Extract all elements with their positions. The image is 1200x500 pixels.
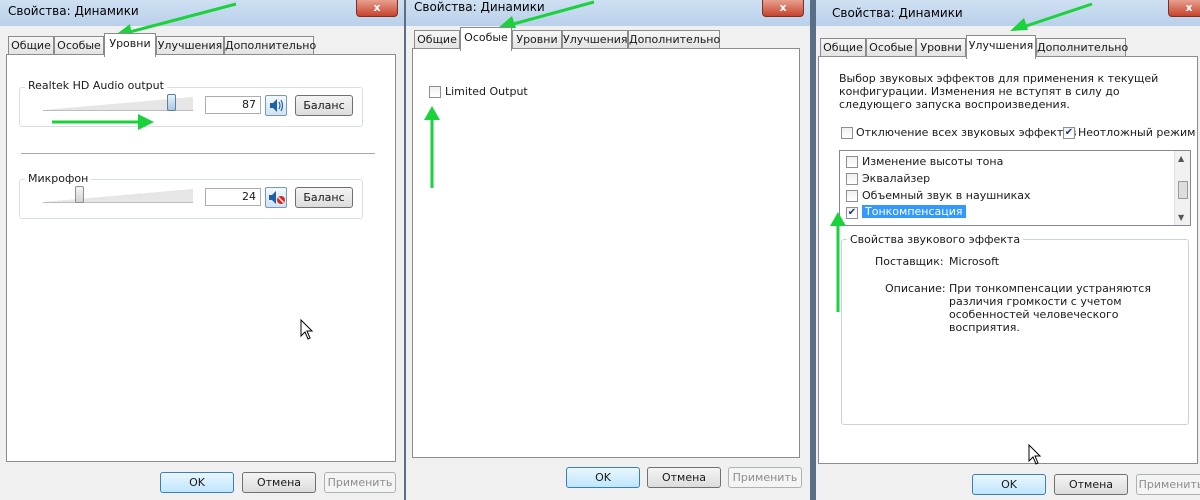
provider-label: Поставщик: xyxy=(875,255,944,268)
slider-thumb[interactable] xyxy=(75,186,84,203)
apply-button[interactable]: Применить xyxy=(1136,474,1200,495)
scroll-thumb[interactable] xyxy=(1178,181,1188,199)
tab-special[interactable]: Особые xyxy=(866,38,916,56)
tab-general[interactable]: Общие xyxy=(820,38,866,56)
description-value: При тонкомпенсации устраняются различия … xyxy=(949,282,1151,334)
immediate-mode-checkbox[interactable]: ✔ xyxy=(1063,127,1075,139)
mic-volume-value[interactable]: 24 xyxy=(205,188,261,206)
slider-track xyxy=(43,189,193,203)
immediate-mode-label[interactable]: Неотложный режим xyxy=(1078,126,1195,139)
tab-advanced[interactable]: Дополнительно xyxy=(628,30,720,48)
dialog-levels: Свойства: Динамики x Общие Особые Уровни… xyxy=(0,0,404,500)
cancel-button[interactable]: Отмена xyxy=(647,467,721,488)
list-item[interactable]: Изменение высоты тона xyxy=(846,155,1166,169)
effect-label: Объемный звук в наушниках xyxy=(862,189,1031,202)
cancel-button[interactable]: Отмена xyxy=(1054,474,1128,495)
scroll-down-icon[interactable]: ▼ xyxy=(1178,213,1184,222)
speaker-icon[interactable] xyxy=(265,95,287,116)
list-item[interactable]: Эквалайзер xyxy=(846,172,1166,186)
description-label: Описание: xyxy=(885,282,946,295)
window-title: Свойства: Динамики xyxy=(832,6,963,20)
effect-label: Эквалайзер xyxy=(862,172,931,185)
dialog-special: Свойства: Динамики x Общие Особые Уровни… xyxy=(406,0,810,500)
output-balance-button[interactable]: Баланс xyxy=(295,95,353,116)
annotation-arrow xyxy=(1006,2,1096,36)
limited-output-label[interactable]: Limited Output xyxy=(445,85,528,98)
ok-button[interactable]: OK xyxy=(566,467,640,488)
output-volume-value[interactable]: 87 xyxy=(205,96,261,114)
annotation-arrow xyxy=(422,104,442,190)
enhancements-description: Выбор звуковых эффектов для применения к… xyxy=(839,72,1159,111)
tab-levels[interactable]: Уровни xyxy=(916,38,966,56)
mic-balance-button[interactable]: Баланс xyxy=(295,187,353,208)
list-item[interactable]: Объемный звук в наушниках xyxy=(846,189,1166,203)
dialog-enhancements: Свойства: Динамики x Общие Особые Уровни… xyxy=(816,0,1200,500)
tab-general[interactable]: Общие xyxy=(8,36,54,54)
mouse-cursor-icon xyxy=(300,319,314,340)
effect-checkbox[interactable] xyxy=(846,156,858,168)
effects-list[interactable]: Изменение высоты тона Эквалайзер Объемны… xyxy=(839,150,1191,226)
mic-label: Микрофон xyxy=(25,172,92,185)
tab-special[interactable]: Особые xyxy=(54,36,104,54)
tab-levels[interactable]: Уровни xyxy=(104,33,156,57)
annotation-arrow xyxy=(828,210,848,314)
slider-thumb[interactable] xyxy=(167,94,176,111)
disable-all-checkbox[interactable] xyxy=(841,127,853,139)
apply-button[interactable]: Применить xyxy=(324,472,396,493)
effect-checkbox[interactable] xyxy=(846,190,858,202)
disable-all-label[interactable]: Отключение всех звуковых эффектов xyxy=(856,126,1076,139)
list-item[interactable]: ✔ Тонкомпенсация xyxy=(846,205,1166,220)
effect-label: Изменение высоты тона xyxy=(862,155,1004,168)
tab-general[interactable]: Общие xyxy=(414,30,460,48)
mic-volume-slider[interactable] xyxy=(43,186,193,207)
effect-properties-title: Свойства звукового эффекта xyxy=(847,233,1024,246)
close-button[interactable]: x xyxy=(356,0,398,17)
title-bar[interactable]: Свойства: Динамики x xyxy=(406,0,810,26)
close-button[interactable]: x xyxy=(1168,0,1200,17)
speaker-muted-icon[interactable] xyxy=(265,187,287,208)
annotation-arrow xyxy=(50,110,160,134)
effect-label: Тонкомпенсация xyxy=(862,205,966,218)
scroll-up-icon[interactable]: ▲ xyxy=(1178,154,1184,163)
effect-checkbox[interactable] xyxy=(846,173,858,185)
tab-panel: Limited Output xyxy=(412,48,800,458)
tab-advanced[interactable]: Дополнительно xyxy=(1036,38,1128,56)
cancel-button[interactable]: Отмена xyxy=(242,472,316,493)
close-button[interactable]: x xyxy=(762,0,804,17)
tab-special[interactable]: Особые xyxy=(460,27,512,51)
ok-button[interactable]: OK xyxy=(160,472,234,493)
output-label: Realtek HD Audio output xyxy=(25,79,167,92)
limited-output-checkbox[interactable] xyxy=(429,86,441,98)
separator xyxy=(21,153,375,154)
ok-button[interactable]: OK xyxy=(972,474,1046,495)
mouse-cursor-icon xyxy=(1028,444,1042,465)
scrollbar[interactable]: ▲ ▼ xyxy=(1174,151,1190,225)
tab-panel: Выбор звуковых эффектов для применения к… xyxy=(818,56,1198,464)
provider-value: Microsoft xyxy=(949,255,1000,268)
tab-enhancements[interactable]: Улучшения xyxy=(966,35,1036,59)
apply-button[interactable]: Применить xyxy=(728,467,802,488)
